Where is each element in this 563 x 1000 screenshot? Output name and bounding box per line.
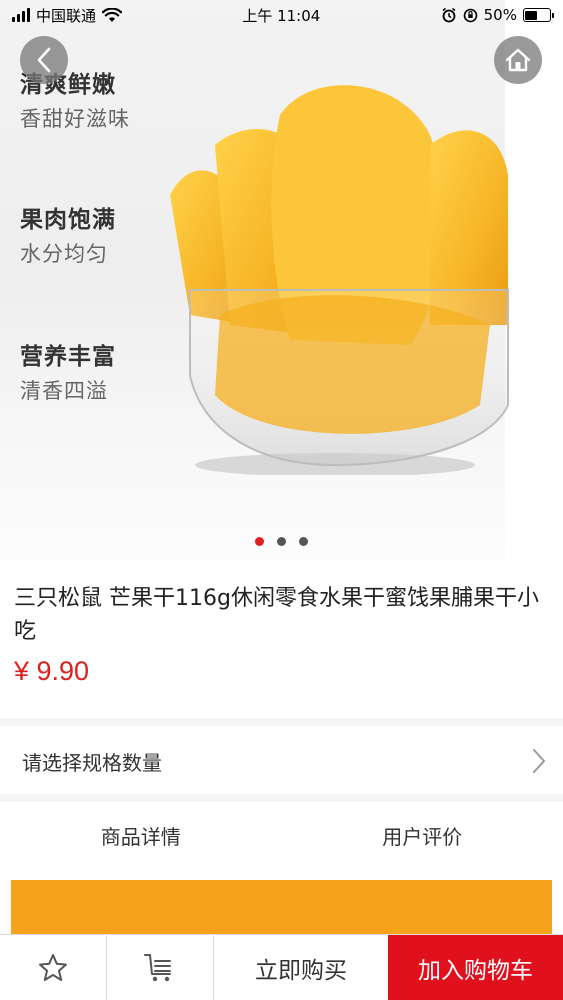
feature-3: 营养丰富 清香四溢 — [20, 342, 116, 406]
cart-icon — [144, 953, 171, 981]
section-divider — [0, 718, 563, 726]
tab-user-reviews[interactable]: 用户评价 — [282, 806, 563, 864]
feature-subtitle: 清香四溢 — [20, 379, 108, 403]
home-icon — [505, 48, 531, 72]
product-info: 三只松鼠 芒果干116g休闲零食水果干蜜饯果脯果干小吃 ¥ 9.90 — [0, 582, 563, 687]
feature-title: 果肉饱满 — [20, 207, 116, 233]
add-to-cart-button[interactable]: 加入购物车 — [388, 935, 563, 1000]
feature-subtitle: 水分均匀 — [20, 242, 108, 266]
favorite-button[interactable] — [0, 935, 107, 1000]
carousel-dot[interactable] — [277, 537, 286, 546]
back-button[interactable] — [20, 36, 68, 84]
battery-icon — [522, 8, 554, 22]
carousel-dot[interactable] — [299, 537, 308, 546]
spec-selector[interactable]: 请选择规格数量 — [0, 728, 563, 794]
tab-product-details[interactable]: 商品详情 — [0, 806, 282, 864]
bottom-action-bar: 立即购买 加入购物车 — [0, 934, 563, 1000]
feature-subtitle: 香甜好滋味 — [20, 107, 130, 131]
home-button[interactable] — [494, 36, 542, 84]
buy-now-button[interactable]: 立即购买 — [214, 935, 388, 1000]
status-time: 上午 11:04 — [242, 6, 321, 25]
product-image-carousel[interactable]: 清爽鲜嫩 香甜好滋味 果肉饱满 水分均匀 营养丰富 清香四溢 — [0, 0, 563, 560]
detail-banner — [11, 880, 552, 940]
spec-label: 请选择规格数量 — [22, 750, 162, 775]
alarm-icon — [442, 7, 456, 23]
orientation-lock-icon — [463, 8, 477, 22]
product-price: ¥ 9.90 — [14, 656, 90, 686]
carrier-label: 中国联通 — [36, 6, 97, 25]
carousel-dot[interactable] — [255, 537, 264, 546]
carousel-indicator — [0, 537, 563, 546]
battery-percent: 50% — [483, 6, 517, 24]
star-icon — [39, 953, 67, 981]
wifi-icon — [102, 7, 123, 22]
section-divider — [0, 794, 563, 802]
status-bar: 中国联通 上午 11:04 50% — [0, 0, 563, 30]
detail-tabs: 商品详情 用户评价 — [0, 806, 563, 864]
signal-icon — [12, 8, 30, 22]
product-image — [170, 85, 509, 475]
feature-2: 果肉饱满 水分均匀 — [20, 205, 116, 269]
chevron-left-icon — [37, 47, 51, 73]
chevron-right-icon — [533, 749, 545, 773]
feature-title: 营养丰富 — [20, 344, 116, 370]
product-title: 三只松鼠 芒果干116g休闲零食水果干蜜饯果脯果干小吃 — [14, 586, 539, 644]
cart-button[interactable] — [107, 935, 214, 1000]
